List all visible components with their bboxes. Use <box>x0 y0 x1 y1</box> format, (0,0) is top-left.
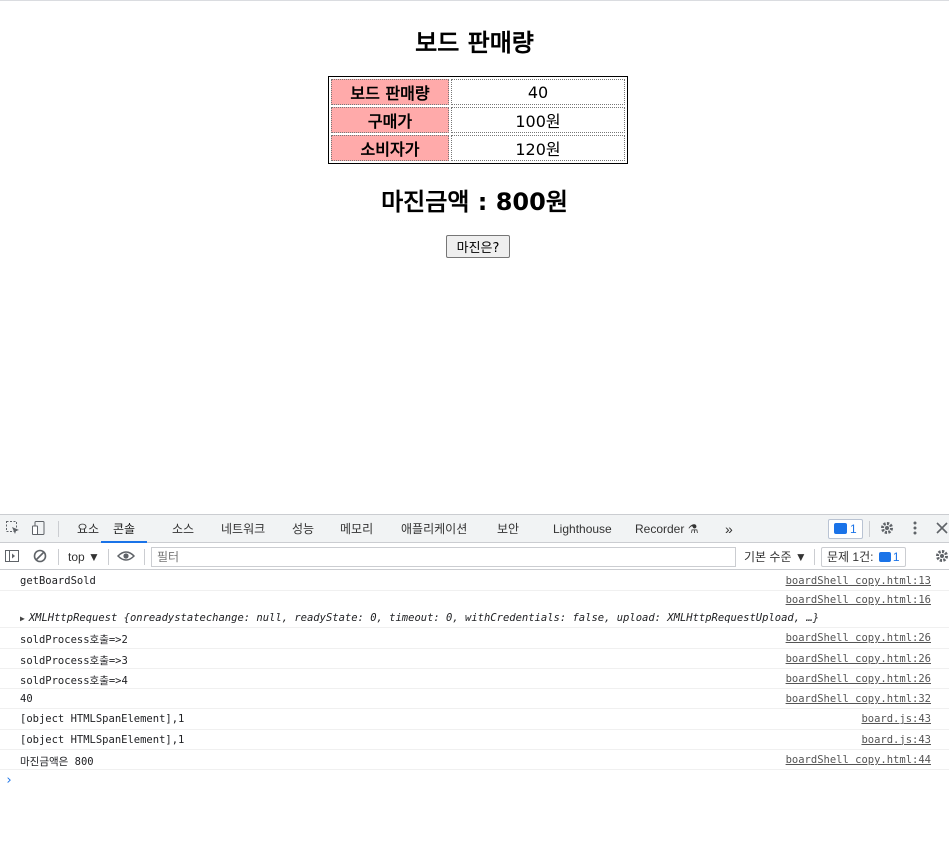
tab-console[interactable]: 콘솔 <box>101 515 148 543</box>
tab-elements[interactable]: 요소 <box>77 515 99 543</box>
source-link[interactable]: boardShell copy.html:26 <box>786 632 931 644</box>
console-message-text: soldProcess호출=>2 <box>20 634 128 647</box>
source-link[interactable]: board.js:43 <box>861 734 931 746</box>
toolbar-divider <box>869 521 870 537</box>
console-filter-input[interactable] <box>151 547 736 567</box>
console-filter-bar: top ▼ 기본 수준 ▼ 문제 1건: 1 <box>0 544 949 570</box>
message-icon <box>834 523 847 534</box>
issues-count-value: 1 <box>892 550 900 564</box>
console-message-text: [object HTMLSpanElement],1 <box>20 713 185 726</box>
console-message-text: [object HTMLSpanElement],1 <box>20 733 185 746</box>
expand-triangle-icon[interactable]: ▶ <box>20 614 25 623</box>
inspect-element-icon[interactable] <box>4 520 22 538</box>
tab-security[interactable]: 보안 <box>497 515 519 543</box>
issues-count: 1 <box>877 550 900 564</box>
source-link[interactable]: boardShell copy.html:44 <box>786 754 931 766</box>
message-icon <box>878 552 891 562</box>
issues-button[interactable]: 문제 1건: 1 <box>821 547 906 567</box>
page-title: 보드 판매량 <box>415 29 534 57</box>
console-message: [object HTMLSpanElement],1 board.js:43 <box>0 709 949 730</box>
console-prompt[interactable]: › <box>5 773 13 788</box>
toolbar-divider <box>58 549 59 565</box>
source-link[interactable]: boardShell copy.html:13 <box>786 575 931 587</box>
table-header-cell: 보드 판매량 <box>331 79 449 105</box>
live-expression-eye-icon[interactable] <box>116 548 136 566</box>
table-row: 구매가 100원 <box>331 107 625 133</box>
tab-performance[interactable]: 성능 <box>292 515 314 543</box>
device-toolbar-icon[interactable] <box>30 520 48 538</box>
console-message: 40 boardShell copy.html:32 <box>0 689 949 710</box>
table-row: 보드 판매량 40 <box>331 79 625 105</box>
source-link[interactable]: boardShell copy.html:16 <box>786 594 931 606</box>
console-object-preview[interactable]: ▶ XMLHttpRequest {onreadystatechange: nul… <box>20 612 819 624</box>
close-icon[interactable] <box>933 520 949 538</box>
more-options-icon[interactable] <box>906 520 924 538</box>
console-message: soldProcess호출=>2 boardShell copy.html:26 <box>0 628 949 649</box>
toolbar-divider <box>144 549 145 565</box>
console-message: getBoardSold boardShell copy.html:13 <box>0 571 949 592</box>
devtools-tabbar: 요소 콘솔 소스 네트워크 성능 메모리 애플리케이션 보안 Lighthous… <box>0 515 949 543</box>
source-link[interactable]: board.js:43 <box>861 713 931 725</box>
console-message[interactable]: boardShell copy.html:16 ▶ XMLHttpRequest … <box>0 591 949 629</box>
tab-memory[interactable]: 메모리 <box>340 515 373 543</box>
board-table: 보드 판매량 40 구매가 100원 소비자가 120원 <box>328 76 628 164</box>
console-log: getBoardSold boardShell copy.html:13 boa… <box>0 571 949 771</box>
issues-badge-count: 1 <box>850 522 857 536</box>
tab-lighthouse[interactable]: Lighthouse <box>553 515 612 543</box>
tab-sources[interactable]: 소스 <box>172 515 194 543</box>
console-message-text: soldProcess호출=>4 <box>20 674 128 687</box>
toolbar-divider <box>108 549 109 565</box>
source-link[interactable]: boardShell copy.html:26 <box>786 673 931 685</box>
console-message: soldProcess호출=>4 boardShell copy.html:26 <box>0 669 949 690</box>
console-message: 마진금액은 800 boardShell copy.html:44 <box>0 750 949 771</box>
context-selector[interactable]: top ▼ <box>68 548 100 566</box>
issues-label: 문제 1건: <box>827 550 874 564</box>
table-row: 소비자가 120원 <box>331 135 625 161</box>
devtools-panel: 요소 콘솔 소스 네트워크 성능 메모리 애플리케이션 보안 Lighthous… <box>0 514 949 850</box>
table-value-cell: 40 <box>451 79 625 105</box>
console-message: soldProcess호출=>3 boardShell copy.html:26 <box>0 649 949 669</box>
table-header-cell: 소비자가 <box>331 135 449 161</box>
clear-console-icon[interactable] <box>31 548 49 566</box>
console-message-text: soldProcess호출=>3 <box>20 654 128 667</box>
margin-button[interactable]: 마진은? <box>446 235 510 258</box>
console-message-text: XMLHttpRequest {onreadystatechange: null… <box>28 612 820 625</box>
tab-recorder[interactable]: Recorder ⚗ <box>635 515 698 543</box>
tab-network[interactable]: 네트워크 <box>221 515 265 543</box>
source-link[interactable]: boardShell copy.html:32 <box>786 693 931 705</box>
console-message: [object HTMLSpanElement],1 board.js:43 <box>0 730 949 751</box>
source-link[interactable]: boardShell copy.html:26 <box>786 653 931 665</box>
console-message-text: 40 <box>20 693 33 706</box>
more-tabs-icon[interactable]: » <box>725 515 733 543</box>
margin-result: 마진금액 : 800원 <box>381 188 568 216</box>
table-value-cell: 100원 <box>451 107 625 133</box>
toolbar-divider <box>58 521 59 537</box>
issues-badge[interactable]: 1 <box>828 519 863 539</box>
log-levels-dropdown[interactable]: 기본 수준 ▼ <box>744 548 807 566</box>
page-viewport: 보드 판매량 보드 판매량 40 구매가 100원 소비자가 120원 마진금액… <box>0 0 949 514</box>
tab-application[interactable]: 애플리케이션 <box>401 515 467 543</box>
toolbar-divider <box>814 549 815 565</box>
console-message-text: getBoardSold <box>20 575 96 587</box>
settings-gear-icon[interactable] <box>878 520 896 538</box>
console-message-text: 마진금액은 800 <box>20 756 94 769</box>
sidebar-toggle-icon[interactable] <box>3 548 21 566</box>
console-settings-gear-icon[interactable] <box>933 548 949 566</box>
table-value-cell: 120원 <box>451 135 625 161</box>
table-header-cell: 구매가 <box>331 107 449 133</box>
